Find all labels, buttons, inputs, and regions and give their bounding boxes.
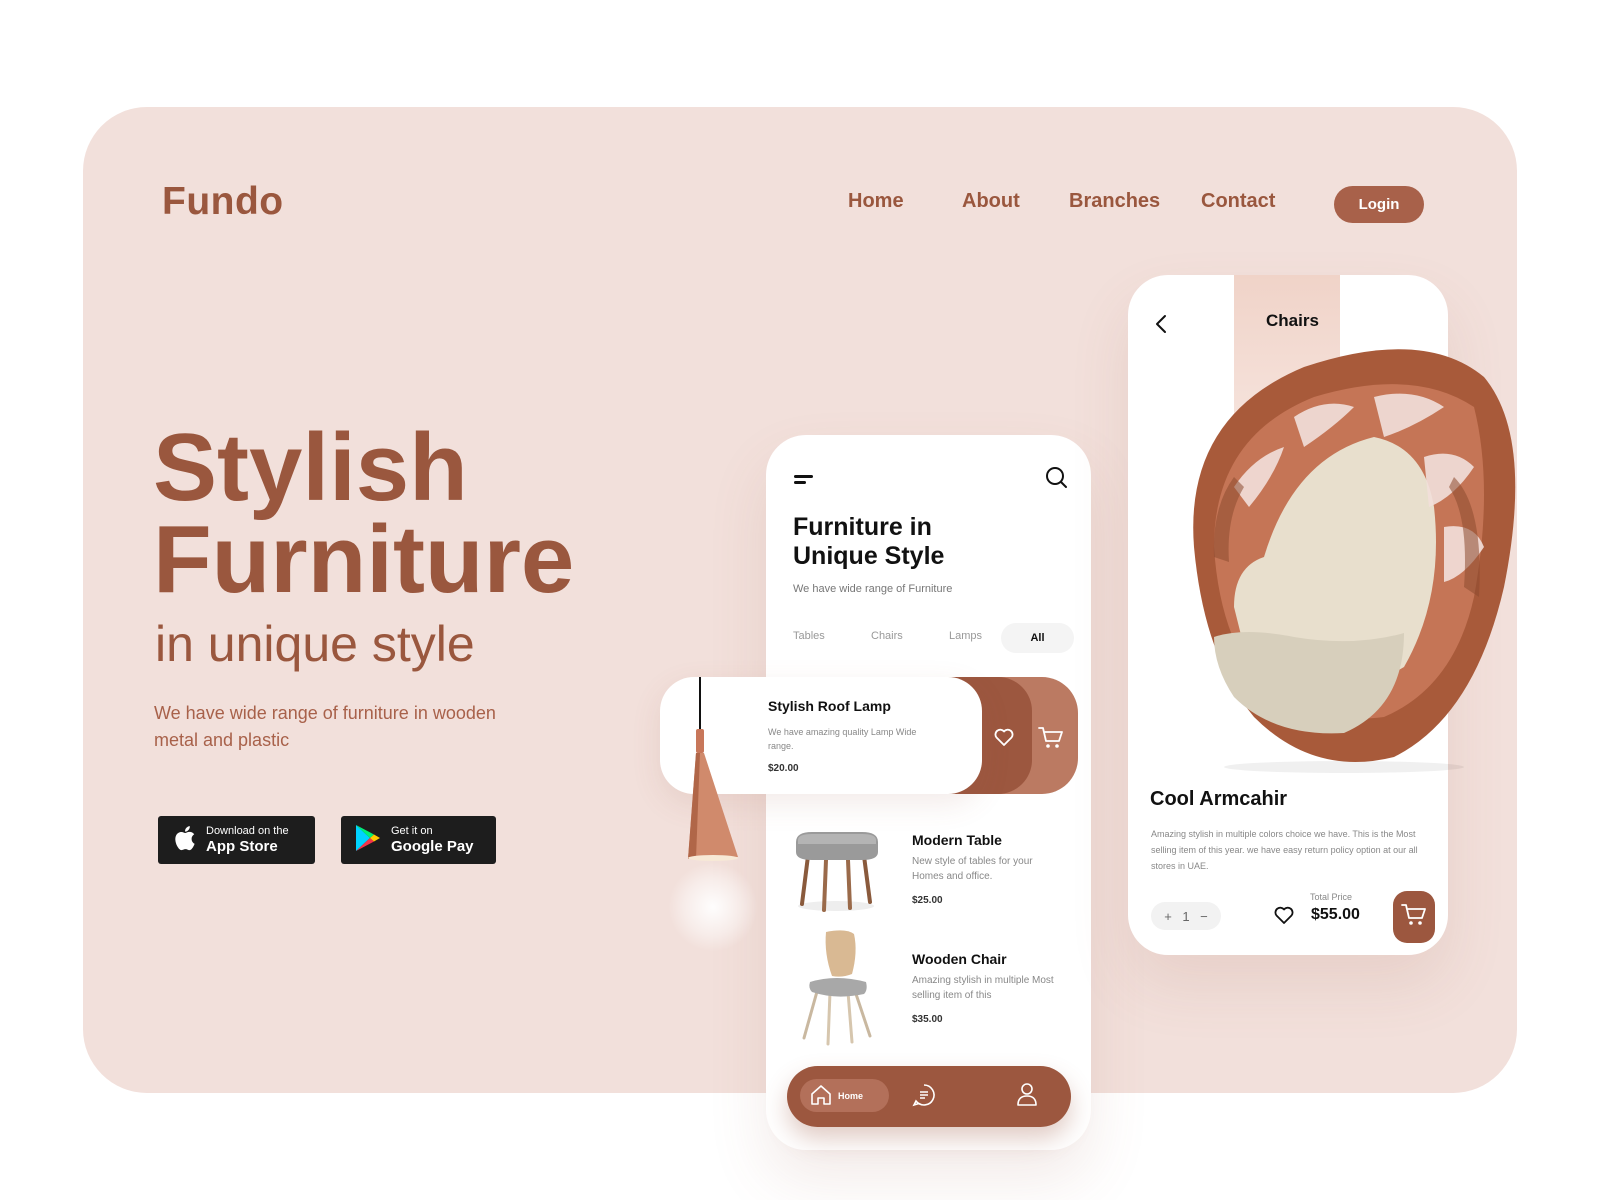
- cart-icon[interactable]: [1038, 726, 1064, 755]
- headline-stylish: Stylish: [153, 414, 468, 521]
- category-all[interactable]: All: [1001, 623, 1074, 653]
- brand-logo[interactable]: Fundo: [162, 180, 284, 224]
- search-icon[interactable]: [1045, 466, 1069, 495]
- apple-icon: [172, 824, 196, 857]
- nav-about[interactable]: About: [962, 190, 1020, 213]
- total-price-label: Total Price: [1310, 892, 1353, 902]
- app-store-small: Download on the: [206, 825, 289, 837]
- login-button[interactable]: Login: [1334, 186, 1424, 223]
- modern-table-image: [790, 826, 882, 919]
- google-play-button[interactable]: Get it on Google Pay: [341, 816, 496, 864]
- chat-icon[interactable]: [912, 1083, 936, 1112]
- heart-icon[interactable]: [1274, 906, 1294, 929]
- category-lamps[interactable]: Lamps: [949, 630, 982, 642]
- lamp-glow: [668, 862, 758, 952]
- total-price-value: $55.00: [1311, 906, 1360, 923]
- home-icon: [810, 1084, 832, 1108]
- google-play-big: Google Pay: [391, 838, 474, 855]
- cart-icon: [1401, 903, 1427, 932]
- home-title-line2: Unique Style: [793, 542, 945, 570]
- wooden-chair-image: [796, 928, 880, 1053]
- product-description: Amazing stylish in multiple colors choic…: [1151, 829, 1418, 871]
- home-subtitle: We have wide range of Furniture: [793, 583, 953, 595]
- home-title-line1: Furniture in: [793, 513, 932, 541]
- quantity-value: 1: [1182, 908, 1190, 924]
- user-icon[interactable]: [1016, 1082, 1038, 1111]
- bottom-nav-home[interactable]: Home: [800, 1079, 889, 1112]
- category-tables[interactable]: Tables: [793, 630, 825, 642]
- roof-lamp-image: [670, 677, 750, 872]
- product-name: Cool Armcahir: [1150, 788, 1288, 810]
- nav-branches[interactable]: Branches: [1069, 190, 1160, 213]
- category-chairs[interactable]: Chairs: [871, 630, 903, 642]
- product-description: New style of tables for your Homes and o…: [912, 856, 1033, 882]
- google-play-small: Get it on: [391, 825, 433, 837]
- product-title: Modern Table: [912, 832, 1002, 848]
- product-title: Wooden Chair: [912, 951, 1007, 967]
- home-title: Furniture in Unique Style: [793, 513, 944, 571]
- featured-title: Stylish Roof Lamp: [768, 698, 891, 714]
- app-store-big: App Store: [206, 838, 278, 855]
- nav-home[interactable]: Home: [848, 190, 904, 213]
- google-play-icon: [355, 824, 381, 857]
- nav-contact[interactable]: Contact: [1201, 190, 1275, 213]
- product-price: $35.00: [912, 1014, 943, 1025]
- product-price: $25.00: [912, 895, 943, 906]
- app-store-button[interactable]: Download on the App Store: [158, 816, 315, 864]
- increase-button[interactable]: +: [1164, 909, 1172, 924]
- hero-description: We have wide range of furniture in woode…: [154, 703, 496, 750]
- headline-subline: in unique style: [155, 616, 475, 672]
- menu-icon[interactable]: [794, 473, 816, 492]
- featured-price: $20.00: [768, 763, 799, 774]
- heart-icon[interactable]: [994, 728, 1014, 751]
- product-description: Amazing stylish in multiple Most selling…: [912, 975, 1054, 1001]
- quantity-stepper[interactable]: + 1 −: [1151, 902, 1221, 930]
- headline-furniture: Furniture: [153, 506, 575, 613]
- add-to-cart-button[interactable]: [1393, 891, 1435, 943]
- detail-title: Chairs: [1266, 311, 1319, 330]
- bottom-nav-home-label: Home: [838, 1090, 864, 1101]
- featured-description: We have amazing quality Lamp Wide range.: [768, 727, 917, 751]
- decrease-button[interactable]: −: [1200, 909, 1208, 924]
- back-icon[interactable]: [1154, 314, 1168, 339]
- armchair-image: [1154, 337, 1518, 778]
